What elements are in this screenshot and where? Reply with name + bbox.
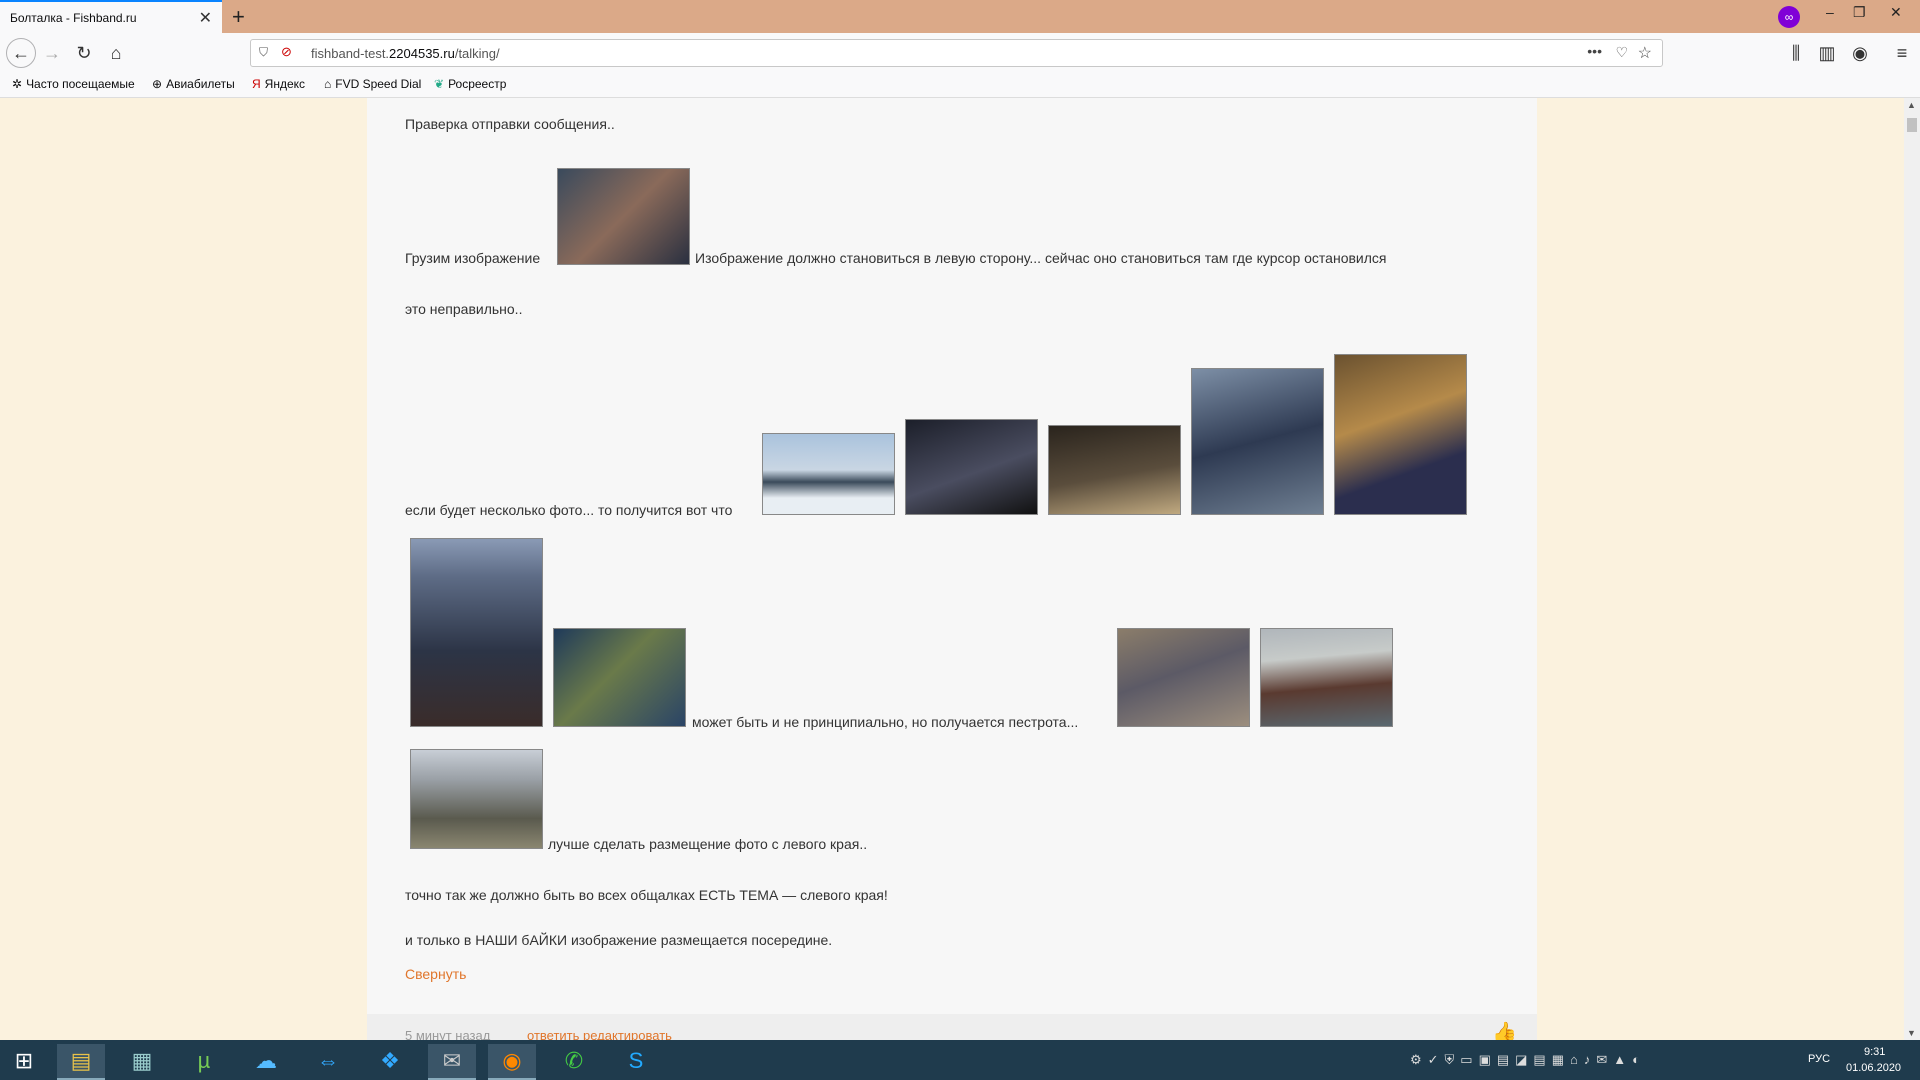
language-indicator[interactable]: РУС <box>1808 1053 1830 1065</box>
globe-icon: ⊕ <box>152 77 163 91</box>
photo-group-indoor[interactable] <box>557 168 690 265</box>
forward-arrow-icon[interactable]: → <box>40 41 64 65</box>
scroll-down-icon[interactable]: ▼ <box>1907 1028 1916 1038</box>
tab-title: Болталка - Fishband.ru <box>10 11 137 25</box>
teamviewer-icon[interactable]: ⇔ <box>304 1044 352 1078</box>
post-line-6: лучше сделать размещение фото с левого к… <box>548 836 868 852</box>
bookmark-star-icon[interactable]: ☆ <box>1638 43 1652 63</box>
navigation-bar: ← → ↻ ⌂ ⛉ ⊘ fishband-test.2204535.ru/tal… <box>0 33 1920 73</box>
sidebar-icon[interactable]: ▥ <box>1815 41 1839 65</box>
minimize-icon[interactable]: – <box>1826 4 1834 20</box>
post-action-links[interactable]: ответить редактировать <box>527 1028 672 1040</box>
gear-icon: ✲ <box>12 77 23 91</box>
photo-man-with-fish[interactable] <box>1334 354 1467 515</box>
close-window-icon[interactable]: ✕ <box>1890 4 1902 21</box>
rosreestr-icon: ❦ <box>434 77 445 91</box>
utorrent-icon[interactable]: µ <box>180 1044 228 1078</box>
file-explorer-icon[interactable]: ▤ <box>57 1044 105 1080</box>
post-footer: 5 минут назад ответить редактировать 👍 <box>367 1014 1537 1040</box>
page-actions-icon[interactable]: ••• <box>1587 43 1602 59</box>
title-bar: Болталка - Fishband.ru ✕ + ∞ – ❐ ✕ <box>0 0 1920 33</box>
photo-ice-fish[interactable] <box>410 538 543 727</box>
photo-group-night[interactable] <box>905 419 1038 515</box>
browser-tab[interactable]: Болталка - Fishband.ru ✕ <box>0 0 222 33</box>
page-viewport: Праверка отправки сообщения.. Грузим изо… <box>0 98 1904 1040</box>
tab-close-icon[interactable]: ✕ <box>199 8 212 28</box>
url-bar[interactable]: ⛉ ⊘ fishband-test.2204535.ru/talking/ ••… <box>250 39 1663 67</box>
insecure-lock-icon[interactable]: ⊘ <box>281 44 292 60</box>
pocket-icon[interactable]: ♡ <box>1615 44 1628 61</box>
windows-taskbar: ⊞ ▤ ▦ µ ☁ ⇔ ❖ ✉ ◉ ✆ S ⚙✓⛨▭▣▤◪▤▦⌂♪✉▲◐ РУС… <box>0 1040 1920 1080</box>
photo-car-group[interactable] <box>410 749 543 849</box>
post-line-2b: Изображение должно становиться в левую с… <box>695 250 1387 266</box>
bookmark-rosreestr[interactable]: ❦ Росреестр <box>434 77 506 91</box>
like-thumb-icon[interactable]: 👍 <box>1492 1020 1517 1040</box>
speed-dial-icon: ⌂ <box>324 77 332 91</box>
reload-icon[interactable]: ↻ <box>72 41 96 65</box>
calculator-icon[interactable]: ▦ <box>118 1044 166 1078</box>
back-arrow-icon[interactable]: ← <box>6 38 36 68</box>
start-windows-icon[interactable]: ⊞ <box>0 1044 48 1078</box>
mail-client-icon[interactable]: ✉ <box>428 1044 476 1080</box>
firefox-icon[interactable]: ◉ <box>488 1044 536 1080</box>
photo-trailer-man[interactable] <box>1117 628 1250 727</box>
post-line-5: может быть и не принципиально, но получа… <box>692 714 1079 730</box>
post-line-8: и только в НАШИ бАЙКИ изображение размещ… <box>405 932 833 948</box>
yandex-icon: Я <box>252 77 261 91</box>
new-tab-plus-icon[interactable]: + <box>232 4 245 30</box>
vertical-scrollbar[interactable]: ▲ ▼ <box>1904 98 1920 1040</box>
photo-group-table[interactable] <box>1048 425 1181 515</box>
photo-group-winter[interactable] <box>1191 368 1324 515</box>
skype-icon[interactable]: S <box>612 1044 660 1078</box>
scroll-up-icon[interactable]: ▲ <box>1907 100 1916 110</box>
post-line-4: если будет несколько фото... то получитс… <box>405 502 733 518</box>
post-line-7: точно так же должно быть во всех общалка… <box>405 887 888 903</box>
url-text[interactable]: fishband-test.2204535.ru/talking/ <box>311 46 500 61</box>
post-line-2a: Грузим изображение <box>405 250 541 266</box>
post-timestamp: 5 минут назад <box>405 1028 491 1040</box>
library-icon[interactable]: ⫼ <box>1784 41 1808 65</box>
restore-icon[interactable]: ❐ <box>1853 4 1866 21</box>
home-icon[interactable]: ⌂ <box>104 41 128 65</box>
bookmarks-toolbar: ✲ Часто посещаемые ⊕ Авиабилеты Я Яндекс ⌂ F… <box>0 73 1920 98</box>
post-content: Праверка отправки сообщения.. Грузим изо… <box>367 98 1537 1040</box>
photo-bus-snow[interactable] <box>762 433 895 515</box>
bookmark-fvd-speed-dial[interactable]: ⌂ FVD Speed Dial <box>324 77 421 91</box>
photo-car-field[interactable] <box>1260 628 1393 727</box>
collapse-link[interactable]: Свернуть <box>405 966 466 982</box>
tracking-shield-icon[interactable]: ⛉ <box>259 45 268 60</box>
bookmark-aviabilety[interactable]: ⊕ Авиабилеты <box>152 77 235 91</box>
bookmark-most-visited[interactable]: ✲ Часто посещаемые <box>12 77 135 91</box>
account-icon[interactable]: ◉ <box>1848 41 1872 65</box>
clock-date[interactable]: 01.06.2020 <box>1846 1062 1901 1074</box>
dropbox-icon[interactable]: ❖ <box>366 1044 414 1078</box>
private-mask-icon: ∞ <box>1778 6 1800 28</box>
clock-time[interactable]: 9:31 <box>1864 1046 1885 1058</box>
menu-hamburger-icon[interactable]: ≡ <box>1890 41 1914 65</box>
bookmark-yandex[interactable]: Я Яндекс <box>252 77 305 91</box>
whatsapp-icon[interactable]: ✆ <box>550 1044 598 1078</box>
post-line-1: Праверка отправки сообщения.. <box>405 116 615 132</box>
system-tray-icons[interactable]: ⚙✓⛨▭▣▤◪▤▦⌂♪✉▲◐ <box>1410 1052 1646 1068</box>
scroll-thumb[interactable] <box>1907 118 1917 132</box>
photo-perch-catch[interactable] <box>553 628 686 727</box>
post-line-3: это неправильно.. <box>405 301 523 317</box>
onedrive-cloud-icon[interactable]: ☁ <box>242 1044 290 1078</box>
